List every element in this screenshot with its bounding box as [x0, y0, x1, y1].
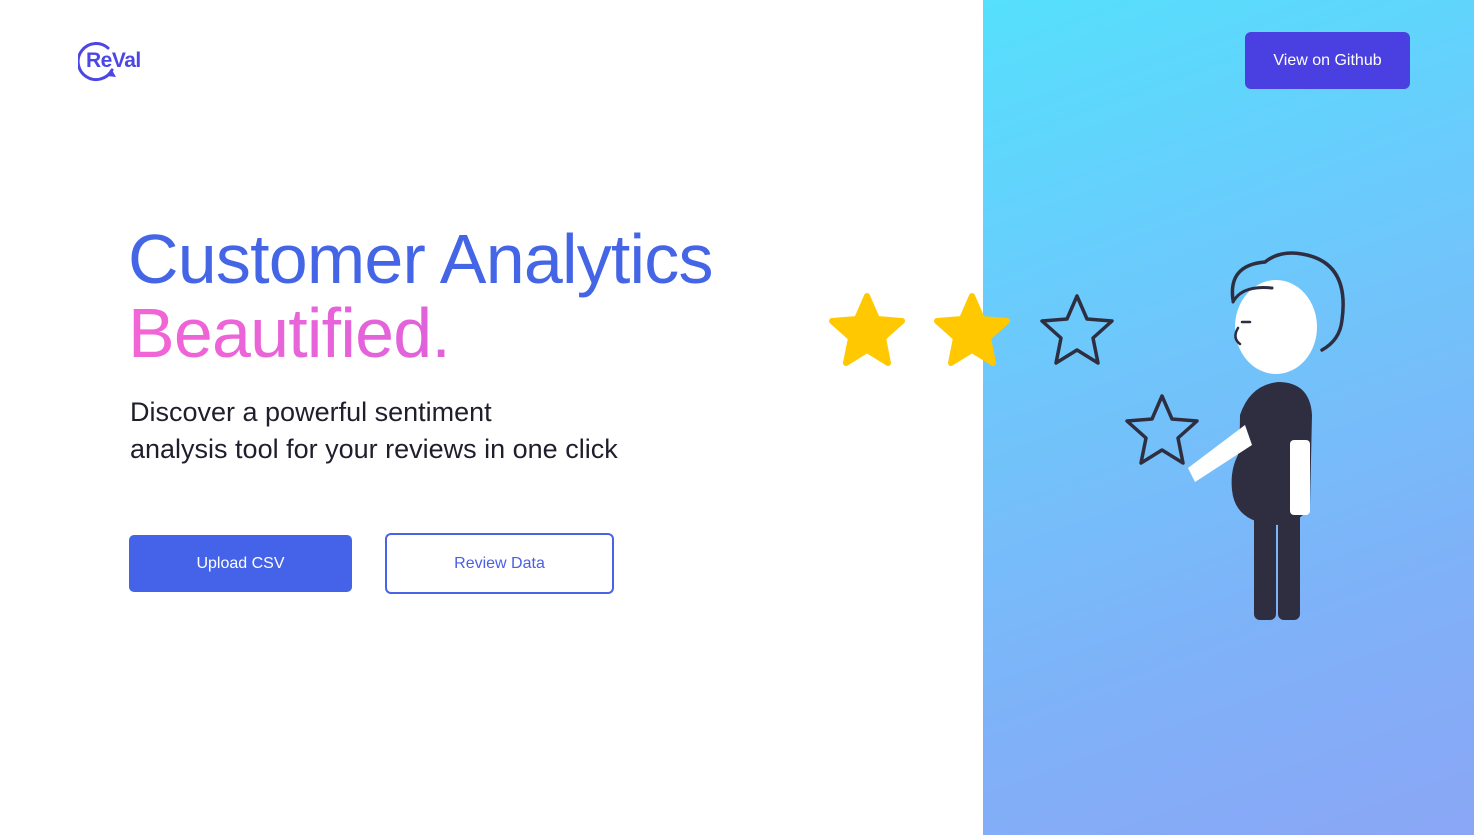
star-outline-icon [1125, 394, 1199, 465]
hero-title: Customer Analytics Beautified. [128, 220, 714, 370]
hero-subtitle-line1: Discover a powerful sentiment [130, 397, 492, 427]
hero-subtitle: Discover a powerful sentiment analysis t… [130, 394, 618, 468]
landing-page: ReVal View on Github Customer Analytics … [0, 0, 1474, 835]
rating-illustration [829, 251, 1345, 620]
brand-logo[interactable]: ReVal [78, 40, 148, 82]
rating-stars [829, 293, 1114, 366]
upload-csv-button[interactable]: Upload CSV [129, 535, 352, 592]
view-on-github-button[interactable]: View on Github [1245, 32, 1410, 89]
person-illustration [1125, 251, 1345, 620]
logo-text: ReVal [86, 49, 141, 72]
star-outline-icon [1040, 294, 1114, 365]
star-filled-icon [829, 293, 905, 366]
hero-title-line1: Customer Analytics [128, 220, 714, 298]
hero-title-line2: Beautified. [128, 296, 713, 370]
star-filled-icon [934, 293, 1010, 366]
hero-subtitle-line2: analysis tool for your reviews in one cl… [130, 434, 618, 464]
review-data-button[interactable]: Review Data [385, 533, 614, 594]
